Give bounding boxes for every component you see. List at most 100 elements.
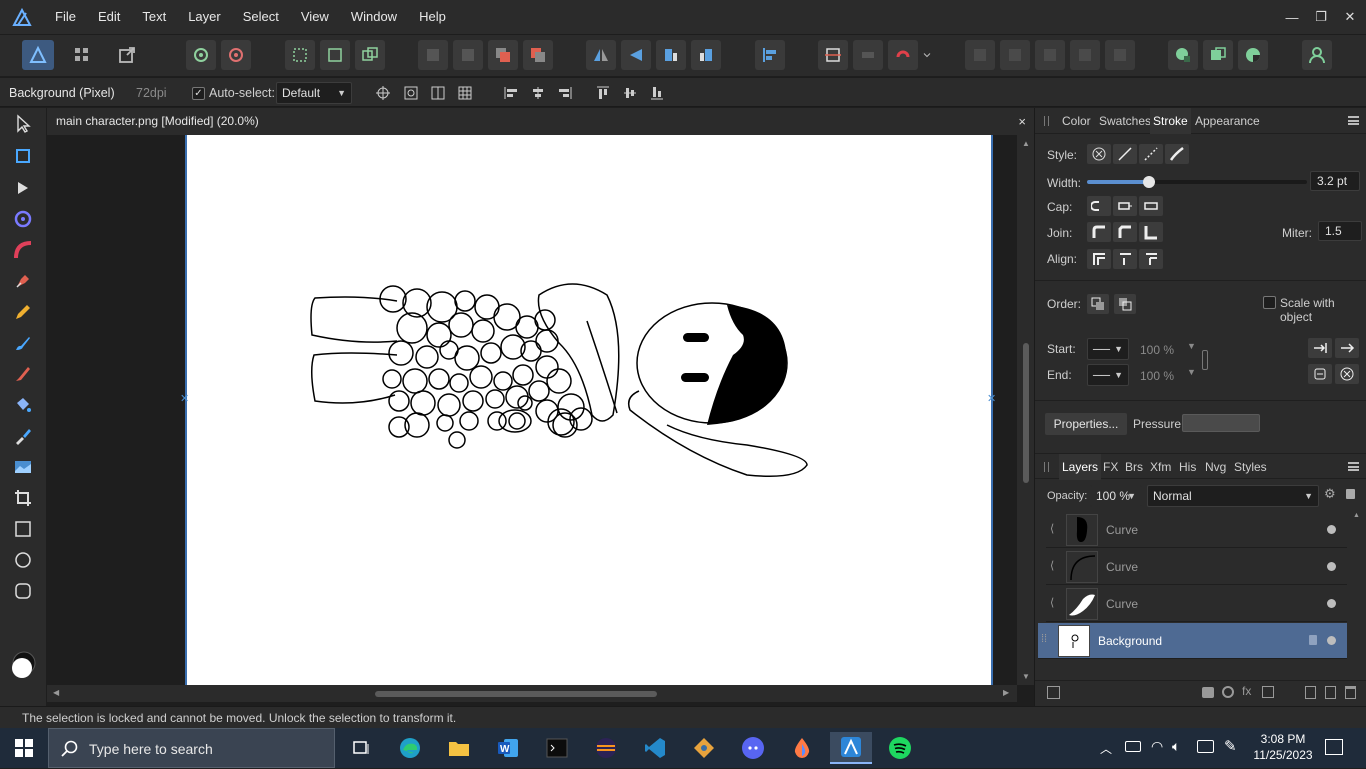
scroll-up-icon[interactable]: ▲: [1353, 512, 1361, 519]
artboard-tool-icon[interactable]: [9, 142, 37, 170]
lock-icon[interactable]: [1346, 489, 1355, 499]
drag-handle-icon[interactable]: ⁞⁞: [1041, 633, 1047, 645]
grid-options-icon[interactable]: [455, 83, 475, 103]
menu-edit[interactable]: Edit: [87, 0, 131, 34]
taskbar-clock[interactable]: 3:08 PM 11/25/2023: [1251, 731, 1315, 763]
end-scale-chevron-icon[interactable]: ▼: [1187, 367, 1196, 377]
align-center-stroke-icon[interactable]: [1113, 249, 1137, 269]
battery-icon[interactable]: [1125, 741, 1141, 752]
layer-row[interactable]: ⟨ Curve: [1046, 549, 1347, 585]
panel-menu-icon[interactable]: [1348, 116, 1359, 125]
pressure-curve-preview[interactable]: [1182, 414, 1260, 432]
view-rotate-tool-icon[interactable]: [9, 205, 37, 233]
rectangle-tool-icon[interactable]: [9, 515, 37, 543]
delete-layer-icon[interactable]: [1345, 686, 1356, 699]
visibility-icon[interactable]: [1327, 562, 1336, 571]
scroll-left-icon[interactable]: ◀: [53, 688, 59, 697]
solid-line-icon[interactable]: [1113, 144, 1137, 164]
retouch-tool-icon[interactable]: [9, 422, 37, 450]
fill-tool-icon[interactable]: [9, 391, 37, 419]
liquify-persona-icon[interactable]: [67, 40, 97, 70]
menu-help[interactable]: Help: [408, 0, 457, 34]
panel-grip-icon[interactable]: [1044, 116, 1049, 126]
boolean-subtract-icon[interactable]: [1000, 40, 1030, 70]
tab-appearance[interactable]: Appearance: [1195, 108, 1260, 134]
scroll-down-icon[interactable]: ▼: [1022, 672, 1030, 681]
git-icon[interactable]: [683, 732, 725, 764]
vertical-scrollbar[interactable]: ▲ ▼: [1017, 135, 1034, 685]
restore-icon[interactable]: ❐: [1307, 0, 1335, 34]
group-layer-icon[interactable]: [1325, 686, 1336, 699]
order-front-icon[interactable]: [1114, 294, 1136, 314]
reset-arrowheads-icon[interactable]: [1335, 364, 1359, 384]
magnet-icon[interactable]: [888, 40, 918, 70]
canvas-handle-right[interactable]: ✕: [987, 392, 996, 405]
tab-stroke[interactable]: Stroke: [1150, 108, 1191, 134]
arrange-front-icon[interactable]: [523, 40, 553, 70]
layer-lock-icon[interactable]: [1309, 635, 1317, 645]
photo-persona-icon[interactable]: [22, 40, 54, 70]
pen-tool-icon[interactable]: [9, 267, 37, 295]
affinity-photo-logo-icon[interactable]: [0, 0, 44, 34]
vertical-scroll-thumb[interactable]: [1023, 343, 1029, 483]
volume-icon[interactable]: 🔈︎: [1172, 738, 1180, 755]
tab-transform[interactable]: Xfm: [1150, 454, 1171, 480]
align-center-icon[interactable]: [528, 83, 548, 103]
start-scale-chevron-icon[interactable]: ▼: [1187, 341, 1196, 351]
arrange-forward-icon[interactable]: [488, 40, 518, 70]
wifi-icon[interactable]: ◠: [1151, 738, 1163, 755]
minimize-icon[interactable]: —: [1278, 0, 1306, 34]
visibility-icon[interactable]: [1327, 636, 1336, 645]
layer-row-selected[interactable]: ⁞⁞ Background: [1038, 623, 1347, 659]
align-bottom-icon[interactable]: [647, 83, 667, 103]
crop-tool-icon[interactable]: [9, 484, 37, 512]
tab-styles[interactable]: Styles: [1234, 454, 1267, 480]
layer-settings-gear-icon[interactable]: ⚙: [1324, 487, 1338, 501]
image-tool-icon[interactable]: [9, 453, 37, 481]
tab-fx[interactable]: FX: [1103, 454, 1118, 480]
no-stroke-icon[interactable]: [1087, 144, 1111, 164]
select-all-icon[interactable]: [285, 40, 315, 70]
miter-field[interactable]: 1.5: [1318, 221, 1362, 241]
mask-layer-icon[interactable]: [1202, 687, 1214, 698]
distribute-icon[interactable]: [428, 83, 448, 103]
rounded-rectangle-tool-icon[interactable]: [9, 577, 37, 605]
taskbar-search-box[interactable]: Type here to search: [48, 728, 335, 768]
account-user-icon[interactable]: [1302, 40, 1332, 70]
arrange-back-icon[interactable]: [418, 40, 448, 70]
pen-workspace-icon[interactable]: ✎: [1224, 737, 1237, 755]
canvas-handle-left[interactable]: ✕: [180, 392, 189, 405]
notifications-icon[interactable]: [1325, 739, 1343, 755]
paint-brush-tool-icon[interactable]: [9, 329, 37, 357]
tab-layers[interactable]: Layers: [1059, 454, 1102, 480]
ellipse-tool-icon[interactable]: [9, 546, 37, 574]
layer-arrange-icon[interactable]: [1047, 686, 1060, 699]
panel-menu-icon[interactable]: [1348, 462, 1359, 471]
menu-text[interactable]: Text: [131, 0, 177, 34]
horizontal-scroll-thumb[interactable]: [375, 691, 657, 697]
arrow-on-end-icon[interactable]: [1335, 338, 1359, 358]
width-slider[interactable]: [1087, 176, 1307, 188]
layer-row[interactable]: ⟨ Curve: [1046, 586, 1347, 622]
dashed-line-icon[interactable]: [1139, 144, 1163, 164]
autoselect-dropdown[interactable]: Default ▼: [276, 82, 352, 104]
visibility-icon[interactable]: [1327, 599, 1336, 608]
boolean-divide-icon[interactable]: [1105, 40, 1135, 70]
display-icon[interactable]: [1197, 740, 1214, 753]
align-inside-icon[interactable]: [1087, 249, 1111, 269]
join-round-icon[interactable]: [1113, 222, 1137, 242]
tab-swatches[interactable]: Swatches: [1099, 108, 1151, 134]
move-tool-icon[interactable]: [9, 110, 37, 138]
develop-gear-icon[interactable]: [221, 40, 251, 70]
horizontal-scrollbar[interactable]: ◀ ▶: [47, 685, 1017, 702]
start-arrowhead-dropdown[interactable]: ── ▼: [1087, 338, 1129, 360]
scroll-up-icon[interactable]: ▲: [1022, 139, 1030, 148]
color-picker-icon[interactable]: [1238, 40, 1268, 70]
join-bevel-icon[interactable]: [1139, 222, 1163, 242]
deselect-icon[interactable]: [320, 40, 350, 70]
paint-drop-icon[interactable]: [781, 732, 823, 764]
align-middle-icon[interactable]: [620, 83, 640, 103]
align-top-icon[interactable]: [593, 83, 613, 103]
boolean-xor-icon[interactable]: [1070, 40, 1100, 70]
quick-mask-icon[interactable]: [1203, 40, 1233, 70]
